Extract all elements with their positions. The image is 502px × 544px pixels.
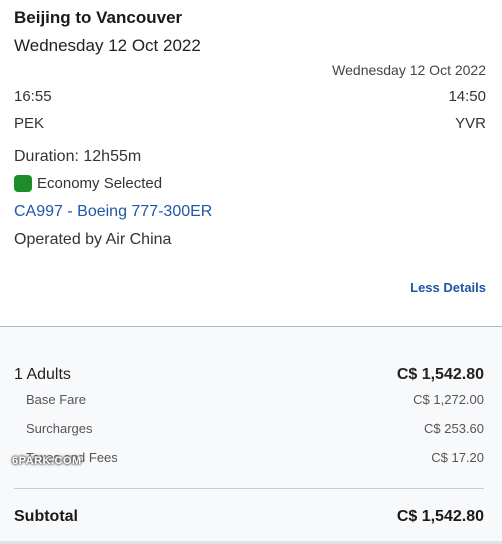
- arrival-airport-code: YVR: [455, 115, 486, 132]
- base-fare-amount: C$ 1,272.00: [413, 392, 484, 407]
- flight-number-link[interactable]: CA997 - Boeing 777-300ER: [14, 203, 212, 221]
- subtotal-label: Subtotal: [14, 508, 78, 525]
- price-breakdown: 1 Adults C$ 1,542.80 Base Fare C$ 1,272.…: [0, 327, 502, 544]
- adults-label: 1 Adults: [14, 366, 71, 383]
- departure-date: Wednesday 12 Oct 2022: [14, 36, 201, 55]
- route-title: Beijing to Vancouver: [14, 8, 183, 27]
- less-details-link[interactable]: Less Details: [410, 280, 486, 295]
- cabin-class: Economy Selected: [14, 175, 162, 192]
- subtotal-divider: [14, 488, 484, 489]
- flight-duration: Duration: 12h55m: [14, 148, 142, 165]
- base-fare-label: Base Fare: [26, 392, 86, 407]
- watermark: 6PARK.COM: [12, 455, 82, 467]
- surcharges-label: Surcharges: [26, 421, 93, 436]
- subtotal-amount: C$ 1,542.80: [396, 508, 484, 525]
- arrival-time: 14:50: [448, 88, 486, 105]
- arrival-date: Wednesday 12 Oct 2022: [332, 62, 486, 78]
- departure-time: 16:55: [14, 88, 52, 105]
- adults-amount: C$ 1,542.80: [396, 366, 484, 383]
- cabin-class-label: Economy Selected: [37, 175, 163, 192]
- economy-cabin-icon: [14, 175, 32, 192]
- taxes-amount: C$ 17.20: [431, 450, 484, 465]
- surcharges-amount: C$ 253.60: [424, 421, 484, 436]
- departure-airport-code: PEK: [14, 115, 45, 132]
- operated-by: Operated by Air China: [14, 231, 172, 248]
- flight-summary-card: Beijing to Vancouver Wednesday 12 Oct 20…: [0, 0, 502, 326]
